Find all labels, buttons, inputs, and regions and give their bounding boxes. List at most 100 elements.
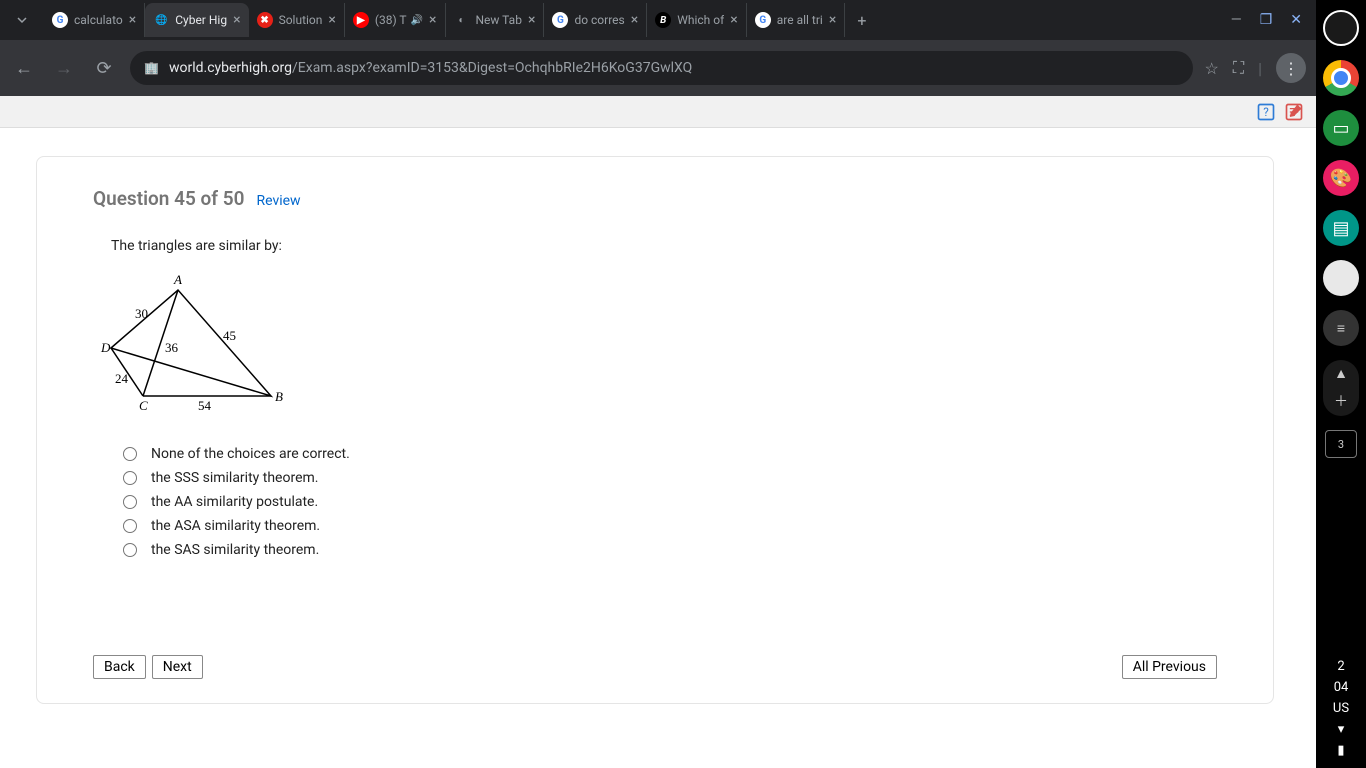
queue-icon[interactable]: ≡ [1323,310,1359,346]
choice-label[interactable]: the AA similarity postulate. [151,494,318,510]
site-info-icon[interactable]: 🏢 [144,61,159,75]
vertex-D: D [100,340,111,355]
browser-tab[interactable]: G are all tri × [747,3,846,37]
browser-tab[interactable]: ▶ (38) T 🔊 × [345,3,446,37]
browser-toolbar: ← → ⟳ 🏢 world.cyberhigh.org/Exam.aspx?ex… [0,40,1316,96]
minimize-button[interactable]: — [1231,12,1242,28]
chrome-app-icon[interactable] [1323,60,1359,96]
vertex-C: C [139,398,148,413]
tab-close-icon[interactable]: × [129,12,136,28]
browser-tab[interactable]: G calculato × [44,3,145,37]
choice-row[interactable]: the SAS similarity theorem. [123,542,1217,558]
question-card: Question 45 of 50 Review The triangles a… [36,156,1274,704]
locale-indicator: US [1333,701,1349,716]
browser-tab-active[interactable]: 🌐 Cyber Hig × [145,3,248,37]
choice-radio[interactable] [123,519,137,533]
svg-text:?: ? [1263,105,1269,119]
choice-label[interactable]: the ASA similarity theorem. [151,518,320,534]
choice-row[interactable]: the ASA similarity theorem. [123,518,1217,534]
next-question-button[interactable]: Next [152,655,203,679]
tab-title: New Tab [476,13,522,27]
restore-button[interactable]: ❐ [1260,12,1273,28]
tab-search-button[interactable] [8,6,36,34]
tab-close-icon[interactable]: × [631,12,638,28]
tab-title: Which of [677,13,724,27]
browser-tab[interactable]: ✖ Solution × [249,3,345,37]
slides-app-icon[interactable]: ▤ [1323,210,1359,246]
browser-tab[interactable]: G do corres × [544,3,647,37]
tab-close-icon[interactable]: × [730,12,737,28]
chrome-menu-button[interactable]: ⋮ [1276,53,1306,83]
all-previous-button[interactable]: All Previous [1122,655,1217,679]
favicon-google: G [52,12,68,28]
tab-close-icon[interactable]: × [233,12,240,28]
reload-button[interactable]: ⟳ [90,58,118,79]
tab-close-icon[interactable]: × [429,12,436,28]
vertex-A: A [173,272,182,287]
favicon-brainly: B [655,12,671,28]
side-CB: 54 [198,398,212,413]
status-tray[interactable]: 2 04 US ▾ ▮ [1333,659,1349,768]
shelf-toggle-group[interactable]: ▲ ＋ [1323,360,1359,416]
tab-title: Solution [279,13,323,27]
help-icon[interactable]: ? [1256,102,1276,122]
notes-icon[interactable] [1284,102,1304,122]
os-shelf: ▭ 🎨 ▤ ≡ ▲ ＋ 3 2 04 US ▾ ▮ [1316,0,1366,768]
browser-tab[interactable]: B Which of × [647,3,747,37]
audio-icon[interactable]: 🔊 [411,15,423,26]
choice-radio[interactable] [123,543,137,557]
choice-label[interactable]: None of the choices are correct. [151,446,350,462]
side-DC: 24 [115,371,129,386]
back-question-button[interactable]: Back [93,655,146,679]
choice-row[interactable]: the AA similarity postulate. [123,494,1217,510]
side-DA: 30 [135,306,148,321]
favicon-youtube: ▶ [353,12,369,28]
address-bar[interactable]: 🏢 world.cyberhigh.org/Exam.aspx?examID=3… [130,51,1193,85]
paint-app-icon[interactable]: 🎨 [1323,160,1359,196]
back-button[interactable]: ← [10,58,38,79]
launcher-button[interactable] [1323,10,1359,46]
clock-minute: 04 [1334,680,1349,695]
triangle-figure: A B C D 30 45 24 54 36 [93,268,293,428]
clock-hour: 2 [1337,659,1344,674]
tab-strip: G calculato × 🌐 Cyber Hig × ✖ Solution ×… [0,0,1316,40]
favicon-cyberhigh: 🌐 [153,12,169,28]
choice-radio[interactable] [123,447,137,461]
up-icon[interactable]: ▲ [1334,365,1348,382]
classroom-app-icon[interactable]: ▭ [1323,110,1359,146]
url-host: world.cyberhigh.org [169,60,292,76]
tab-close-icon[interactable]: × [528,12,535,28]
choice-radio[interactable] [123,471,137,485]
bookmark-icon[interactable]: ☆ [1205,59,1219,78]
add-icon[interactable]: ＋ [1334,391,1348,411]
close-window-button[interactable]: ✕ [1290,12,1302,28]
battery-icon: ▮ [1337,743,1344,758]
tab-title: Cyber Hig [175,13,227,27]
pinned-app-icon[interactable] [1323,260,1359,296]
vertex-B: B [275,389,283,404]
question-prompt: The triangles are similar by: [111,238,1217,254]
choice-label[interactable]: the SAS similarity theorem. [151,542,319,558]
page-top-banner: ? [0,96,1316,128]
tab-title: do corres [574,13,624,27]
choice-row[interactable]: the SSS similarity theorem. [123,470,1217,486]
browser-tab[interactable]: ◐ New Tab × [446,3,545,37]
tab-title: are all tri [777,13,823,27]
choice-radio[interactable] [123,495,137,509]
question-number: Question 45 of 50 [93,187,244,210]
choice-label[interactable]: the SSS similarity theorem. [151,470,318,486]
review-link[interactable]: Review [256,193,300,209]
window-controls: — ❐ ✕ [1231,12,1316,28]
favicon-google: G [552,12,568,28]
favicon-google: G [755,12,771,28]
choice-row[interactable]: None of the choices are correct. [123,446,1217,462]
side-AB: 45 [223,328,236,343]
tab-close-icon[interactable]: × [328,12,335,28]
tab-close-icon[interactable]: × [829,12,836,28]
virtual-desk-button[interactable]: 3 [1325,430,1357,458]
forward-button: → [50,58,78,79]
new-tab-button[interactable]: + [845,11,878,30]
favicon-newtab: ◐ [454,12,470,28]
tab-title: (38) T [375,13,407,27]
extensions-icon[interactable]: ⛶ [1233,58,1244,78]
